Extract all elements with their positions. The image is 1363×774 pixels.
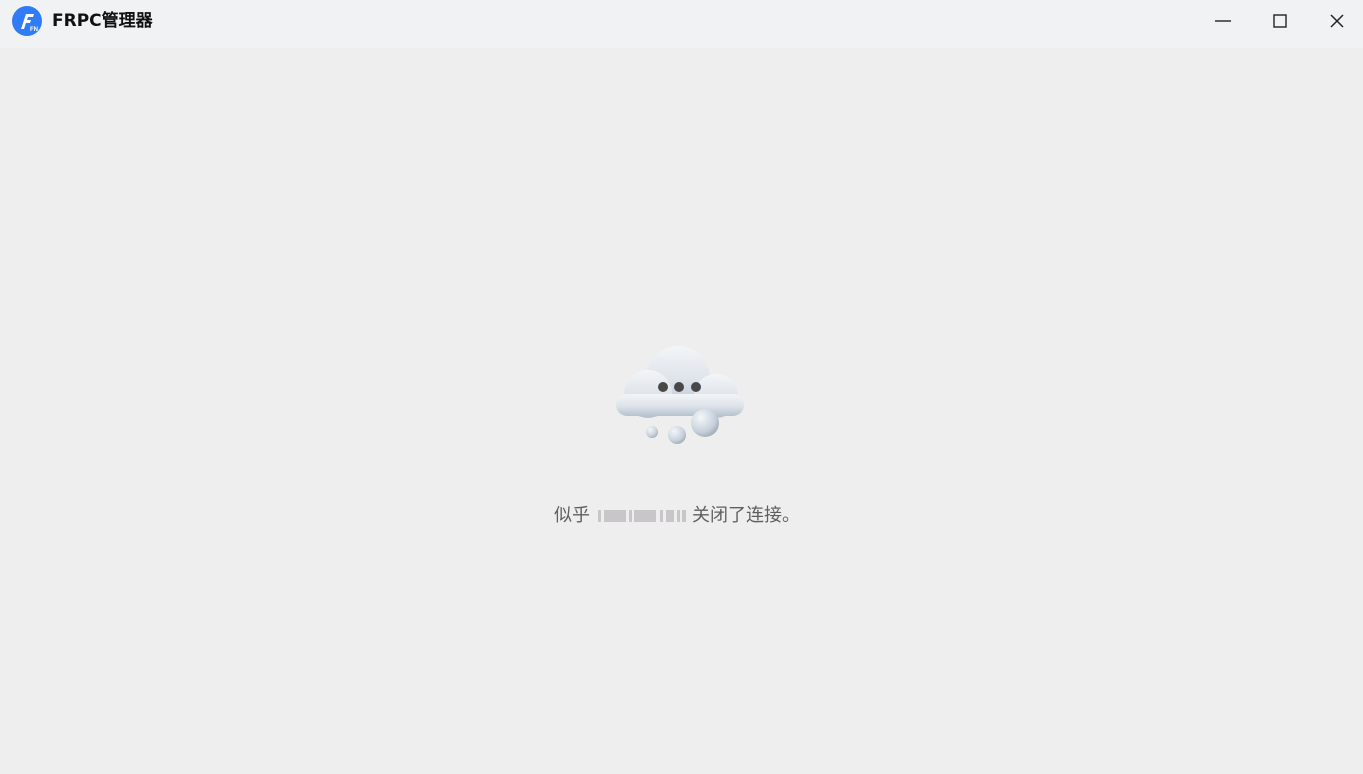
maximize-icon (1273, 14, 1287, 28)
close-icon (1330, 14, 1344, 28)
frpc-app-logo-icon: FN (12, 6, 42, 36)
app-window: FN FRPC管理器 似乎 关闭了连接。 (0, 0, 1363, 774)
minimize-icon (1215, 20, 1231, 22)
main-content: 似乎 关闭了连接。 (0, 48, 1363, 774)
window-title: FRPC管理器 (52, 11, 153, 31)
close-button[interactable] (1309, 0, 1363, 42)
message-prefix: 似乎 (554, 505, 590, 526)
minimize-button[interactable] (1195, 0, 1251, 42)
redacted-host-address (598, 506, 686, 522)
svg-text:FN: FN (30, 27, 38, 33)
cloud-disconnected-icon (616, 346, 744, 444)
connection-closed-message: 似乎 关闭了连接。 (554, 502, 800, 526)
title-bar[interactable]: FN FRPC管理器 (0, 0, 1363, 48)
message-suffix: 关闭了连接。 (692, 505, 800, 526)
maximize-button[interactable] (1252, 0, 1308, 42)
